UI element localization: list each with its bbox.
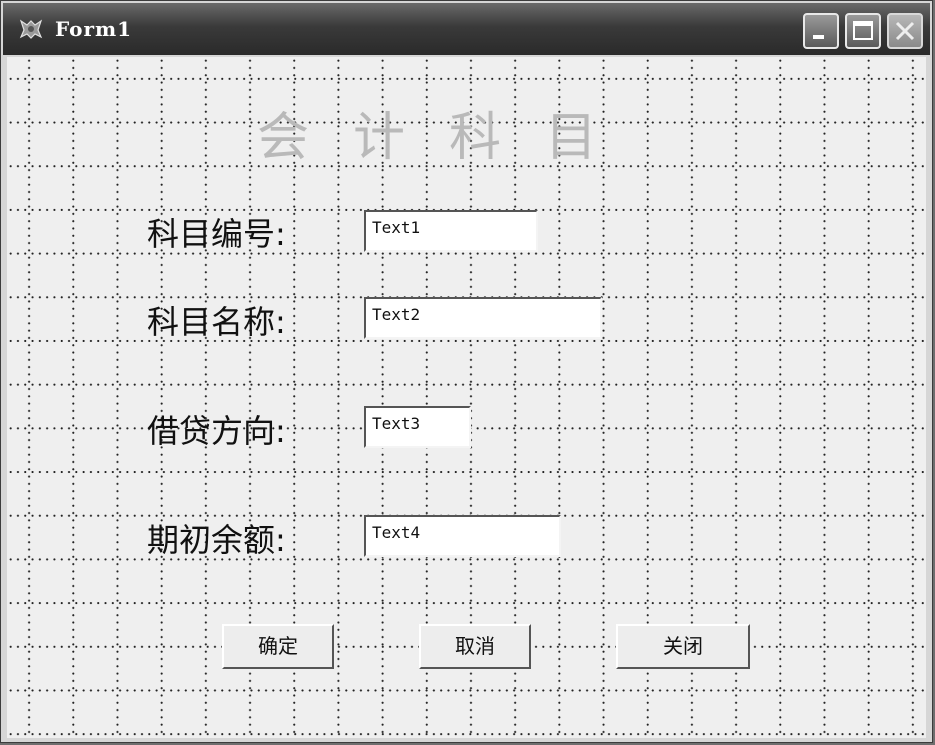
form-client-area: 会计科目 科目编号: Text1 科目名称: Text2 借贷方向: Text3… (7, 57, 926, 738)
opening-balance-input[interactable]: Text4 (364, 515, 561, 557)
minimize-icon (813, 35, 824, 39)
app-icon (19, 19, 43, 39)
maximize-button[interactable] (845, 13, 881, 49)
account-name-input[interactable]: Text2 (364, 297, 602, 339)
opening-balance-label: 期初余额: (147, 521, 286, 559)
confirm-button[interactable]: 确定 (222, 624, 334, 669)
title-bar[interactable]: Form1 (3, 3, 930, 55)
maximize-icon (853, 21, 873, 40)
window-title: Form1 (55, 17, 133, 41)
debit-credit-input[interactable]: Text3 (364, 406, 471, 448)
account-code-input[interactable]: Text1 (364, 210, 538, 252)
account-code-label: 科目编号: (147, 215, 286, 253)
close-window-button[interactable] (887, 13, 923, 49)
close-button[interactable]: 关闭 (616, 624, 750, 669)
debit-credit-label: 借贷方向: (147, 412, 286, 450)
close-icon (895, 21, 915, 41)
cancel-button[interactable]: 取消 (419, 624, 531, 669)
minimize-button[interactable] (803, 13, 839, 49)
form-heading: 会计科目 (257, 108, 642, 168)
form1-window: Form1 会计科目 科目编号: Text1 科目名称: Text2 借贷方向:… (0, 0, 933, 743)
account-name-label: 科目名称: (147, 303, 286, 341)
